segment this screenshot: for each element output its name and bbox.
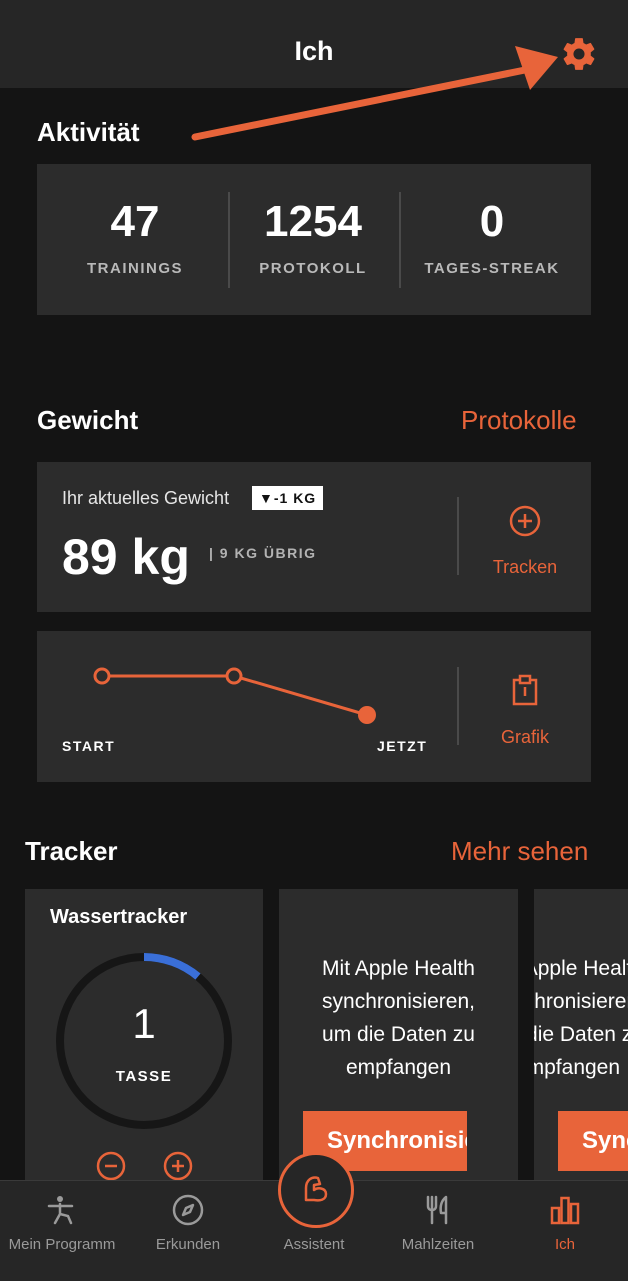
stat-streak[interactable]: 0 TAGES-STREAK [402, 197, 582, 278]
water-unit: TASSE [115, 1068, 173, 1085]
top-bar: Ich [0, 0, 628, 88]
chart-point-mid [225, 667, 243, 685]
tab-label: Assistent [283, 1236, 345, 1253]
tab-mahlzeiten[interactable]: Mahlzeiten [376, 1180, 500, 1280]
water-value: 1 [132, 1000, 156, 1047]
weight-change-badge: ▼-1 KG [252, 486, 324, 510]
weight-title: Gewicht [37, 405, 139, 435]
promo-line: Mit Apple Health [534, 957, 628, 980]
apple-health-text: Mit Apple Health synchronisieren, um die… [279, 952, 518, 1084]
tab-label: Ich [554, 1236, 575, 1253]
apple-health-text-2: Mit Apple Health synchronisieren, um die… [534, 952, 628, 1122]
fork-knife-icon [426, 1195, 448, 1225]
track-weight-button[interactable]: Tracken [460, 504, 590, 578]
chart-label: Grafik [500, 727, 549, 747]
current-weight-value: 89 kg [62, 529, 190, 585]
tab-mein-programm[interactable]: Mein Programm [0, 1180, 124, 1280]
chart-bars-icon [550, 1196, 580, 1225]
protokolle-link[interactable]: Protokolle [461, 405, 577, 436]
tab-label: Mein Programm [8, 1236, 116, 1253]
divider [457, 497, 459, 575]
stat-value: 1254 [264, 197, 362, 246]
tab-erkunden[interactable]: Erkunden [126, 1180, 250, 1280]
stat-value: 47 [110, 197, 160, 246]
divider [457, 667, 459, 745]
promo-line: synchronisieren, [322, 990, 475, 1013]
chart-start-label: START [62, 738, 116, 754]
promo-line: empfangen [534, 1056, 621, 1079]
page-title: Ich [294, 36, 334, 66]
stat-trainings[interactable]: 47 TRAININGS [45, 197, 225, 278]
chart-point-now [358, 706, 376, 724]
promo-line: um die Daten zu [534, 1023, 628, 1046]
promo-line: Mit Apple Health [322, 957, 475, 980]
current-weight-label: Ihr aktuelles Gewicht [62, 488, 230, 508]
plus-circle-icon[interactable] [163, 1151, 193, 1181]
tab-assistent[interactable]: Assistent [252, 1180, 376, 1280]
gear-icon[interactable] [560, 35, 598, 73]
plus-circle-icon [509, 505, 541, 537]
promo-line: empfangen [345, 1056, 452, 1079]
tab-label: Erkunden [155, 1236, 221, 1253]
chart-point-start [93, 667, 111, 685]
sync-button-2[interactable]: Synchronisieren [558, 1111, 628, 1171]
tab-ich[interactable]: Ich [503, 1180, 627, 1280]
water-tracker-title: Wassertracker [50, 906, 188, 928]
minus-circle-icon[interactable] [96, 1151, 126, 1181]
mehr-sehen-link[interactable]: Mehr sehen [451, 836, 588, 867]
divider [399, 192, 401, 288]
stat-label: TAGES-STREAK [424, 260, 560, 277]
weight-remaining: | 9 KG ÜBRIG [209, 545, 317, 561]
stat-protokoll[interactable]: 1254 PROTOKOLL [223, 197, 403, 278]
program-icon [47, 1196, 74, 1225]
chart-button[interactable]: Grafik [460, 674, 590, 748]
stat-value: 0 [479, 197, 505, 246]
tab-label: Mahlzeiten [401, 1236, 475, 1253]
promo-line: um die Daten zu [322, 1023, 475, 1046]
activity-title: Aktivität [37, 117, 140, 147]
stat-label: TRAININGS [87, 260, 183, 277]
clipboard-icon [512, 674, 538, 706]
stat-label: PROTOKOLL [259, 260, 367, 277]
track-label: Tracken [492, 557, 558, 577]
compass-icon [172, 1194, 204, 1226]
tracker-title: Tracker [25, 836, 118, 866]
promo-line: synchronisieren, [534, 990, 628, 1013]
chart-now-label: JETZT [377, 738, 428, 754]
